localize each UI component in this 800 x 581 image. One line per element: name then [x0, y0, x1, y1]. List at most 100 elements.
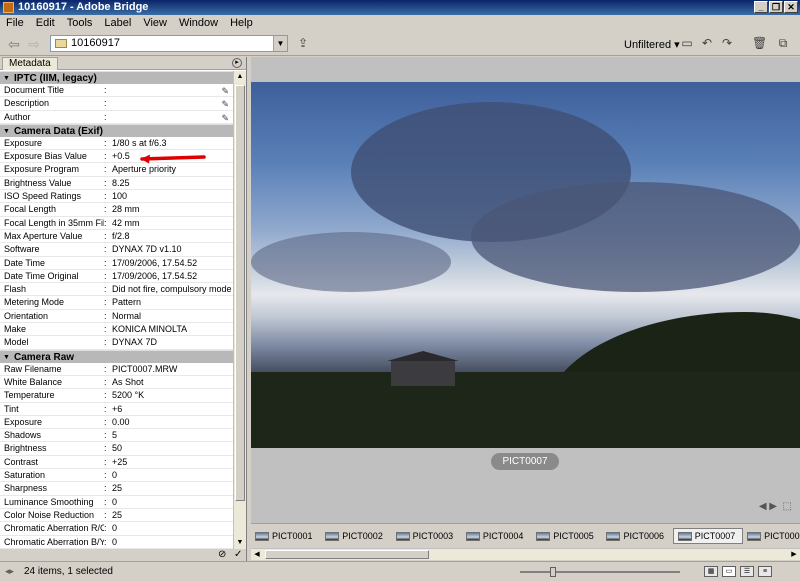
close-button[interactable]: ✕ — [784, 1, 798, 13]
metadata-key: Focal Length — [4, 204, 57, 215]
rotate-right-icon[interactable]: ↷ — [720, 37, 734, 50]
metadata-row[interactable]: Author: ✎ — [0, 111, 233, 124]
thumbnail-size-slider[interactable] — [520, 567, 680, 577]
metadata-separator: : — [104, 191, 107, 202]
metadata-separator: : — [104, 496, 107, 507]
path-dropdown[interactable]: 10160917 ▼ — [50, 35, 288, 52]
menu-edit[interactable]: Edit — [30, 15, 61, 32]
thumbnail-label: PICT0006 — [623, 531, 665, 541]
metadata-row: ISO Speed Ratings:100 — [0, 190, 233, 204]
metadata-section-header[interactable]: Camera Raw — [0, 349, 233, 364]
go-up-folder-icon[interactable]: ⇪ — [296, 37, 310, 50]
filter-dropdown[interactable]: Unfiltered ▾ — [624, 38, 680, 51]
metadata-row: Exposure:1/80 s at f/6.3 — [0, 137, 233, 151]
rotate-left-icon[interactable]: ↶ — [700, 37, 714, 50]
metadata-separator: : — [104, 403, 107, 414]
tab-metadata[interactable]: Metadata — [2, 57, 58, 70]
metadata-value[interactable] — [112, 111, 233, 123]
metadata-separator: : — [104, 430, 107, 441]
metadata-key: Document Title — [4, 85, 65, 95]
filmstrip-scrollbar[interactable]: ◀ ▶ — [251, 548, 800, 560]
metadata-value: As Shot — [112, 376, 144, 387]
metadata-row[interactable]: Description: ✎ — [0, 97, 233, 111]
scroll-right-icon[interactable]: ▶ — [788, 549, 800, 560]
metadata-separator: : — [104, 151, 107, 162]
metadata-separator: : — [104, 297, 107, 308]
preview-nav-controls[interactable]: ◀ ▶ ⬚ — [759, 501, 792, 512]
metadata-value: +25 — [112, 456, 128, 467]
forward-arrow-icon[interactable]: ⇨ — [26, 37, 42, 51]
menu-tools[interactable]: Tools — [61, 15, 99, 32]
filmstrip-thumb[interactable]: PICT0002 — [321, 528, 391, 544]
filmstrip-thumb[interactable]: PICT0007 — [672, 528, 744, 544]
chevron-down-icon[interactable]: ▼ — [273, 36, 287, 51]
metadata-row[interactable]: Document Title: ✎ — [0, 84, 233, 98]
filmstrip-thumb[interactable]: PICT0005 — [532, 528, 602, 544]
thumbnail-image — [465, 531, 480, 541]
metadata-key: Max Aperture Value — [4, 230, 83, 241]
metadata-row: White Balance: As Shot — [0, 376, 233, 390]
slider-knob[interactable] — [550, 567, 556, 577]
metadata-key: Tint — [4, 403, 19, 414]
pencil-icon[interactable]: ✎ — [221, 112, 229, 125]
filmstrip-thumb[interactable]: PICT0004 — [462, 528, 532, 544]
metadata-separator: : — [104, 137, 107, 148]
metadata-value: 0.00 — [112, 416, 130, 427]
metadata-value: 28 mm — [112, 204, 140, 215]
metadata-key: Flash — [4, 284, 27, 295]
menu-window[interactable]: Window — [173, 15, 224, 32]
metadata-value[interactable] — [112, 84, 233, 96]
back-arrow-icon[interactable]: ⇦ — [6, 37, 22, 51]
metadata-key: Focal Length in 35mm Film — [4, 217, 104, 228]
panel-menu-icon[interactable]: ▸ — [232, 58, 242, 68]
metadata-value[interactable] — [112, 97, 233, 109]
view-filmstrip-icon[interactable]: ▭ — [722, 566, 736, 577]
restore-button[interactable]: ❐ — [769, 1, 783, 13]
cancel-edit-icon[interactable]: ⊘ — [218, 549, 226, 561]
metadata-value: 0 — [112, 523, 118, 534]
metadata-row: Flash: Did not fire, compulsory mode — [0, 283, 233, 297]
scroll-down-icon[interactable]: ▼ — [235, 537, 245, 549]
metadata-scrollbar[interactable]: ▲ ▼ — [233, 71, 246, 549]
filmstrip-thumb[interactable]: PICT0008 — [743, 528, 800, 544]
scrollbar-thumb[interactable] — [235, 85, 245, 501]
status-nav-icon[interactable]: ◂▸ — [5, 566, 14, 577]
thumbnail-image — [255, 531, 269, 541]
menu-help[interactable]: Help — [224, 15, 259, 32]
thumbnail-label: PICT0008 — [764, 531, 800, 541]
menu-label[interactable]: Label — [98, 15, 137, 32]
metadata-separator: : — [104, 310, 107, 321]
trash-icon[interactable]: 🗑 — [752, 37, 767, 50]
menu-file[interactable]: File — [0, 15, 30, 32]
view-thumbnails-icon[interactable]: ▦ — [704, 566, 718, 577]
metadata-key: Raw Filename — [4, 363, 62, 374]
red-arrow-annotation — [140, 154, 206, 164]
pencil-icon[interactable]: ✎ — [221, 85, 229, 98]
metadata-key: ISO Speed Ratings — [4, 191, 82, 202]
view-details-icon[interactable]: ☰ — [740, 566, 754, 577]
metadata-section-header[interactable]: IPTC (IIM, legacy) — [0, 71, 233, 85]
metadata-section-header[interactable]: Camera Data (Exif) — [0, 123, 233, 138]
scroll-up-icon[interactable]: ▲ — [235, 71, 245, 83]
metadata-separator: : — [104, 536, 107, 547]
pencil-icon[interactable]: ✎ — [221, 98, 229, 111]
view-versions-icon[interactable]: ≡ — [758, 566, 772, 577]
metadata-value: DYNAX 7D v1.10 — [112, 244, 182, 255]
apply-edit-icon[interactable]: ✓ — [234, 549, 242, 561]
scrollbar-thumb[interactable] — [265, 550, 429, 559]
metadata-separator: : — [104, 390, 107, 401]
menu-view[interactable]: View — [137, 15, 173, 32]
filmstrip-thumb[interactable]: PICT0003 — [392, 528, 462, 544]
compact-mode-icon[interactable]: ⧉ — [776, 37, 790, 50]
metadata-value: 5 — [112, 430, 118, 441]
filmstrip-thumb[interactable]: PICT0001 — [251, 528, 321, 544]
metadata-row: Chromatic Aberration B/Y:0 — [0, 536, 233, 549]
metadata-key: Metering Mode — [4, 297, 65, 308]
new-folder-icon[interactable]: ▭ — [680, 37, 694, 50]
metadata-separator: : — [104, 443, 107, 454]
scroll-left-icon[interactable]: ◀ — [251, 549, 263, 560]
filmstrip-thumb[interactable]: PICT0006 — [602, 528, 672, 544]
metadata-row: Luminance Smoothing:0 — [0, 496, 233, 509]
minimize-button[interactable]: _ — [754, 1, 768, 13]
metadata-row: Max Aperture Value: f/2.8 — [0, 230, 233, 244]
